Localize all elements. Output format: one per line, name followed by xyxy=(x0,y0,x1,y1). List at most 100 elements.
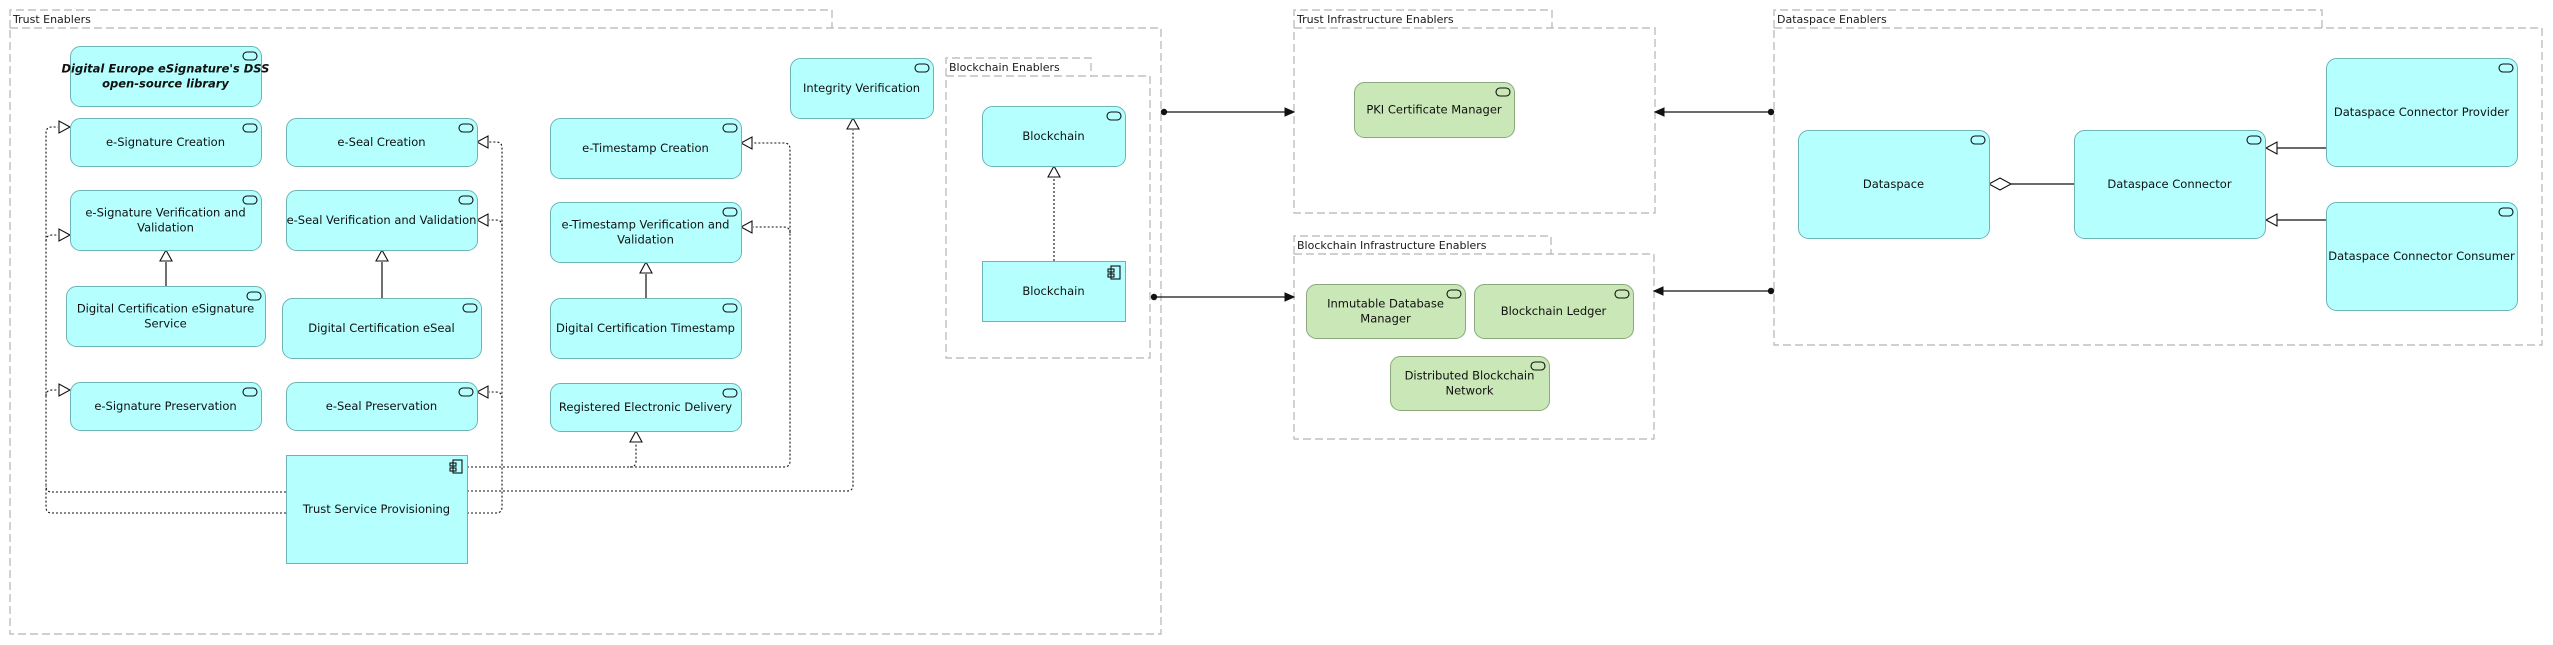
arrowhead-open-icon xyxy=(1047,164,1061,178)
node-label: e-Signature Preservation xyxy=(94,399,236,413)
node-label: Registered Electronic Delivery xyxy=(559,400,732,414)
node-label-line: open-source library xyxy=(102,77,229,91)
realization-line-trunk-left[interactable] xyxy=(45,486,286,514)
node-label: Integrity Verification xyxy=(803,81,920,95)
arrowhead-solid-icon xyxy=(1653,107,1665,117)
connector-dot-icon xyxy=(1150,293,1158,301)
node-label: Digital Certification Timestamp xyxy=(556,321,735,335)
arrowhead-open-icon xyxy=(739,136,753,150)
arrowhead-open-icon xyxy=(159,248,173,262)
aggregation-diamond-icon xyxy=(1987,177,2013,191)
node-label-line: Blockchain xyxy=(1022,284,1084,298)
node-label: e-Seal Creation xyxy=(337,135,425,149)
node-label-line: e-Signature Preservation xyxy=(94,399,236,413)
node-label-line: Validation xyxy=(617,233,674,247)
node-label: e-Timestamp Creation xyxy=(582,141,709,155)
node-label-line: PKI Certificate Manager xyxy=(1366,103,1502,117)
node-eseal-preservation[interactable]: e-Seal Preservation xyxy=(286,382,478,431)
arrowhead-open-icon xyxy=(475,385,489,399)
node-blockchain-service[interactable]: Blockchain xyxy=(982,106,1126,167)
node-dc-esig-service[interactable]: Digital Certification eSignature Service xyxy=(66,286,266,347)
node-label-line: Digital Europe eSignature's DSS xyxy=(62,62,270,76)
connector-dot-icon xyxy=(1767,108,1775,116)
node-label: Blockchain xyxy=(1022,129,1084,143)
connector-dot-icon xyxy=(1767,287,1775,295)
realization-line-r8[interactable] xyxy=(753,226,791,234)
node-dss-library[interactable]: Digital Europe eSignature's DSS open-sour… xyxy=(62,46,270,107)
group-label: Blockchain Infrastructure Enablers xyxy=(1297,239,1487,252)
node-registered-delivery[interactable]: Registered Electronic Delivery xyxy=(550,383,742,432)
node-label-line: Trust Service Provisioning xyxy=(302,502,450,516)
node-label-line: e-Timestamp Verification and xyxy=(562,218,730,232)
node-blockchain-component[interactable]: Blockchain xyxy=(982,261,1126,322)
realization-line-r6[interactable] xyxy=(489,391,503,399)
node-label-line: e-Seal Creation xyxy=(337,135,425,149)
node-ets-creation[interactable]: e-Timestamp Creation xyxy=(550,118,742,179)
arrowhead-solid-icon xyxy=(1284,292,1296,302)
node-eseal-verification[interactable]: e-Seal Verification and Validation xyxy=(286,190,478,251)
group-label: Dataspace Enablers xyxy=(1777,13,1887,26)
node-dataspace-connector-provider[interactable]: Dataspace Connector Provider xyxy=(2326,58,2518,167)
arrowhead-open-icon xyxy=(2264,141,2278,155)
arrowhead-open-icon xyxy=(629,429,643,443)
node-inmutable-db-manager[interactable]: Inmutable Database Manager xyxy=(1306,284,1466,339)
node-label: Blockchain xyxy=(1022,284,1084,298)
node-blockchain-ledger[interactable]: Blockchain Ledger xyxy=(1474,284,1634,339)
node-dataspace-connector-consumer[interactable]: Dataspace Connector Consumer xyxy=(2326,202,2518,311)
node-label-line: e-Seal Preservation xyxy=(326,399,437,413)
nodes-layer: Digital Europe eSignature's DSS open-sour… xyxy=(62,46,2518,564)
node-ets-verification[interactable]: e-Timestamp Verification and Validation xyxy=(550,202,742,263)
node-label: Trust Service Provisioning xyxy=(302,502,450,516)
node-label-line: Dataspace xyxy=(1863,177,1924,191)
arrowhead-open-icon xyxy=(375,248,389,262)
node-label-line: Blockchain Ledger xyxy=(1501,304,1607,318)
arrowhead-open-icon xyxy=(58,120,72,134)
node-label-line: e-Timestamp Creation xyxy=(582,141,709,155)
node-label-line: e-Signature Creation xyxy=(106,135,225,149)
arrowhead-open-icon xyxy=(475,135,489,149)
node-integrity-verification[interactable]: Integrity Verification xyxy=(790,58,934,119)
group-label: Blockchain Enablers xyxy=(949,61,1060,74)
node-label-line: Digital Certification Timestamp xyxy=(556,321,735,335)
realization-line-r9[interactable] xyxy=(629,443,637,468)
node-label: e-Seal Verification and Validation xyxy=(287,213,477,227)
realization-line-r5[interactable] xyxy=(489,219,503,227)
arrowhead-open-icon xyxy=(846,116,860,130)
node-label-line: Manager xyxy=(1360,312,1411,326)
realization-line-r2[interactable] xyxy=(45,234,58,242)
node-label-line: Validation xyxy=(137,221,194,235)
arrowhead-open-icon xyxy=(739,220,753,234)
node-label: e-Signature Creation xyxy=(106,135,225,149)
node-label: Dataspace xyxy=(1863,177,1924,191)
node-label-line: Integrity Verification xyxy=(803,81,920,95)
node-label-line: Dataspace Connector xyxy=(2107,177,2231,191)
arrowhead-open-icon xyxy=(2264,213,2278,227)
node-label-line: Inmutable Database xyxy=(1327,297,1444,311)
realization-line-r3[interactable] xyxy=(45,389,58,397)
node-pki-cert-manager[interactable]: PKI Certificate Manager xyxy=(1354,82,1515,138)
node-label: Dataspace Connector xyxy=(2107,177,2231,191)
node-esig-preservation[interactable]: e-Signature Preservation xyxy=(70,382,262,431)
arrowhead-solid-icon xyxy=(1284,107,1296,117)
node-label-line: Network xyxy=(1445,384,1493,398)
node-label: e-Seal Preservation xyxy=(326,399,437,413)
arrowhead-open-icon xyxy=(58,228,72,242)
node-label: Digital Certification eSeal xyxy=(308,321,454,335)
node-label-line: e-Seal Verification and Validation xyxy=(287,213,477,227)
node-label-line: Dataspace Connector Consumer xyxy=(2328,249,2515,263)
node-esig-creation[interactable]: e-Signature Creation xyxy=(70,118,262,167)
node-dc-timestamp[interactable]: Digital Certification Timestamp xyxy=(550,298,742,359)
node-label: Dataspace Connector Consumer xyxy=(2328,249,2515,263)
node-label: Dataspace Connector Provider xyxy=(2334,105,2509,119)
node-label: Blockchain Ledger xyxy=(1501,304,1607,318)
node-eseal-creation[interactable]: e-Seal Creation xyxy=(286,118,478,167)
node-dc-eseal[interactable]: Digital Certification eSeal xyxy=(282,298,482,359)
node-label-line: Dataspace Connector Provider xyxy=(2334,105,2509,119)
node-trust-service-provisioning[interactable]: Trust Service Provisioning xyxy=(286,455,468,564)
node-dataspace-connector[interactable]: Dataspace Connector xyxy=(2074,130,2266,239)
node-dataspace[interactable]: Dataspace xyxy=(1798,130,1990,239)
node-label-line: Registered Electronic Delivery xyxy=(559,400,732,414)
node-esig-verification[interactable]: e-Signature Verification and Validation xyxy=(70,190,262,251)
node-label-line: Digital Certification eSeal xyxy=(308,321,454,335)
node-distributed-blockchain-network[interactable]: Distributed Blockchain Network xyxy=(1390,356,1550,411)
